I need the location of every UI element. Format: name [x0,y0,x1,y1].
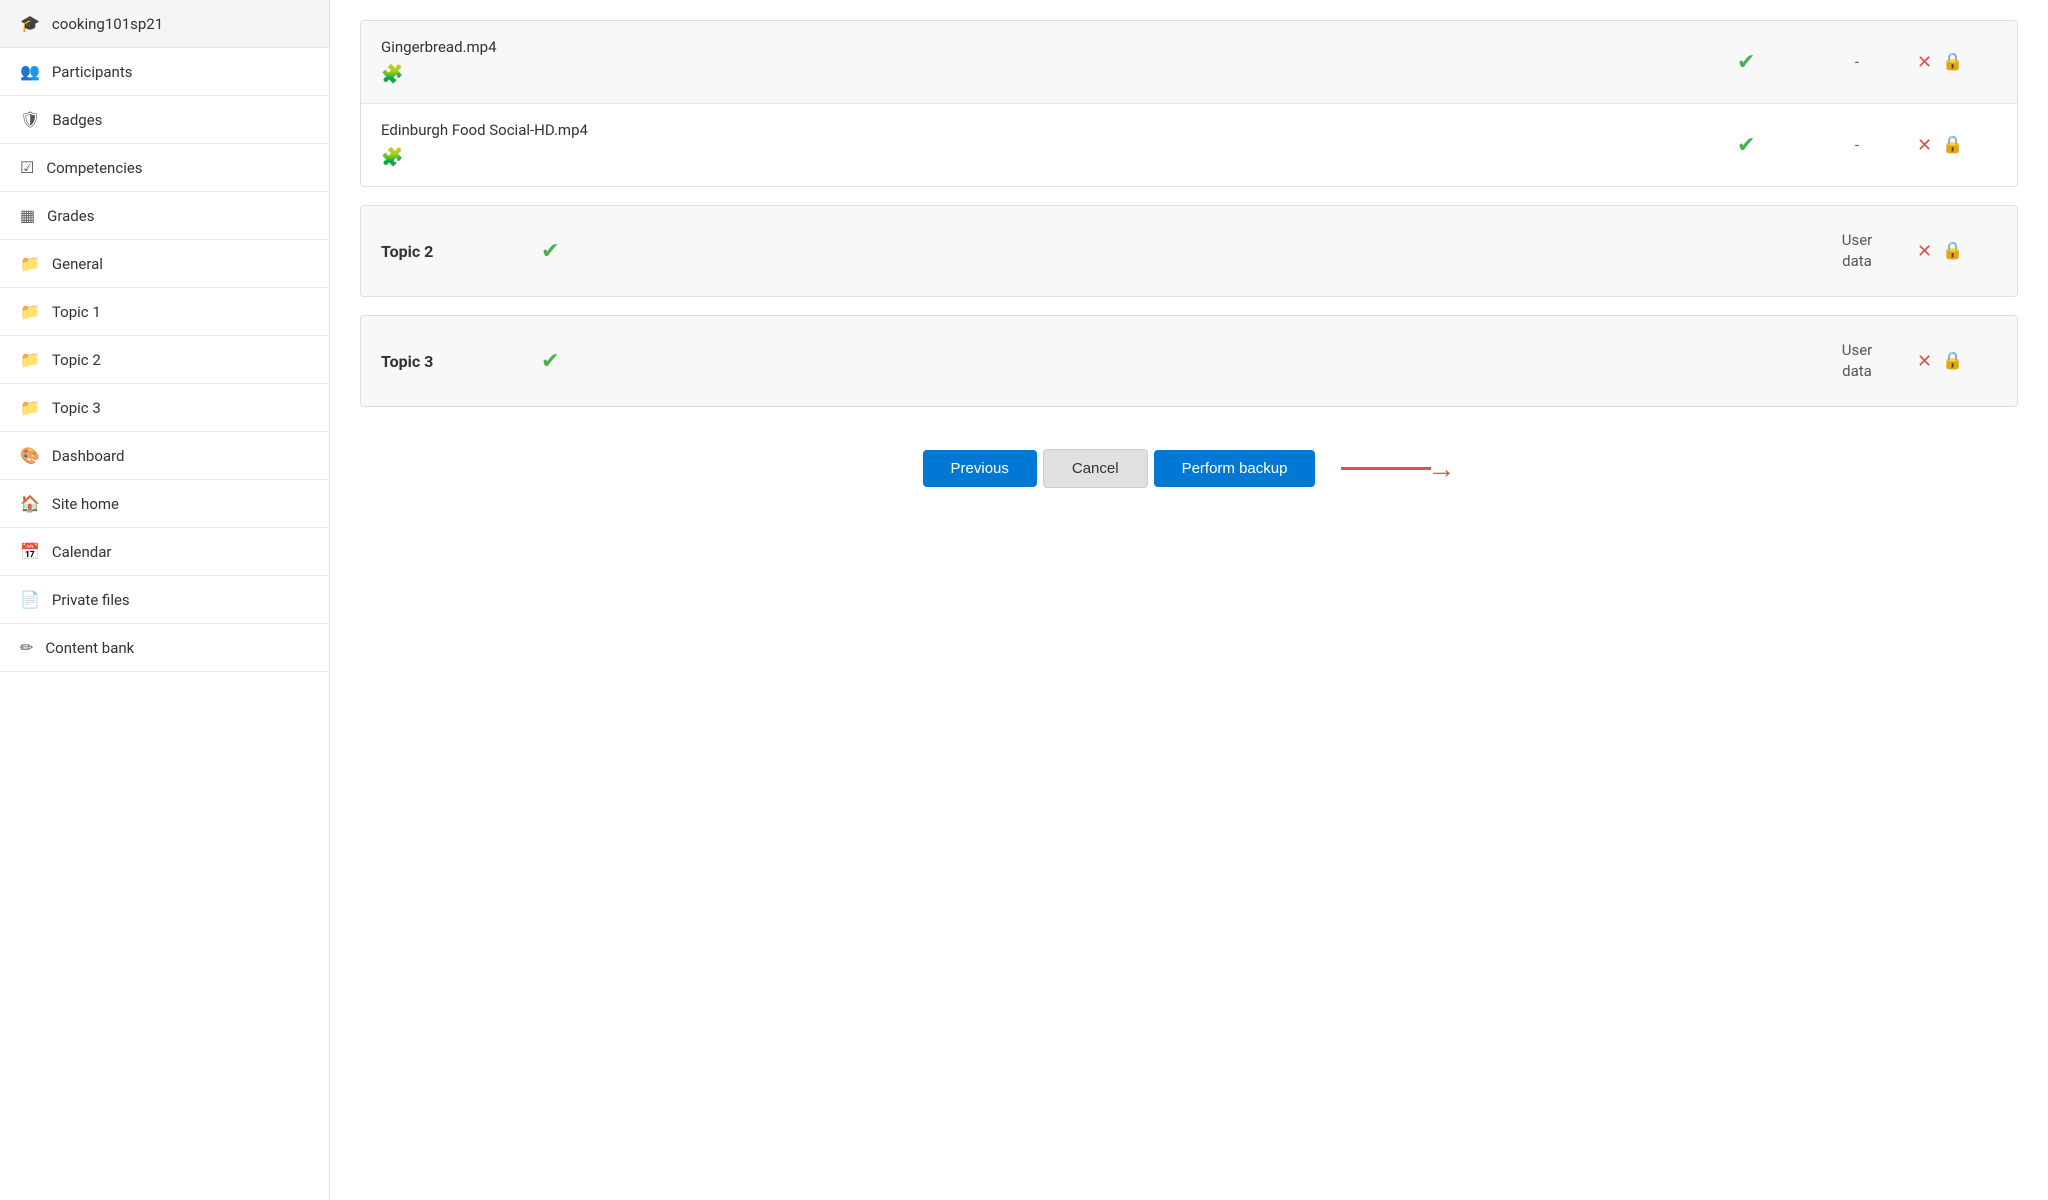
topic3-actions: ✕ 🔒 [1917,351,1997,372]
sidebar-item-course[interactable]: 🎓 cooking101sp21 [0,0,329,48]
topic3-icon: 📁 [20,398,40,417]
edinburgh-lock-icon[interactable]: 🔒 [1942,135,1963,155]
sidebar-item-topic3[interactable]: 📁 Topic 3 [0,384,329,432]
sidebar-item-grades[interactable]: ▦ Grades [0,192,329,240]
sidebar-label-contentbank: Content bank [45,639,134,657]
topic2-section: Topic 2 ✔ Userdata ✕ 🔒 [360,205,2018,297]
edinburgh-row: Edinburgh Food Social-HD.mp4 🧩 ✔ - ✕ 🔒 [361,104,2017,186]
sidebar-label-topic2: Topic 2 [52,351,101,369]
sidebar-item-badges[interactable]: 🛡 Badges [0,96,329,144]
sidebar-label-topic3: Topic 3 [52,399,101,417]
topic2-actions: ✕ 🔒 [1917,241,1997,262]
sidebar-item-privatefiles[interactable]: 📄 Private files [0,576,329,624]
sidebar-label-participants: Participants [52,63,133,81]
topic3-lock-icon[interactable]: 🔒 [1942,351,1963,371]
gingerbread-check: ✔ [1737,50,1797,75]
gingerbread-delete-icon[interactable]: ✕ [1917,52,1932,73]
main-content: Gingerbread.mp4 🧩 ✔ - ✕ 🔒 Edinburgh Food… [330,0,2048,1200]
media-files-section: Gingerbread.mp4 🧩 ✔ - ✕ 🔒 Edinburgh Food… [360,20,2018,187]
grades-icon: ▦ [20,206,35,225]
sidebar-label-privatefiles: Private files [52,591,130,609]
arrow-hint: → [1341,452,1455,485]
badges-icon: 🛡 [20,110,40,129]
topic2-icon: 📁 [20,350,40,369]
sidebar-item-topic2[interactable]: 📁 Topic 2 [0,336,329,384]
topic3-delete-icon[interactable]: ✕ [1917,351,1932,372]
edinburgh-name: Edinburgh Food Social-HD.mp4 🧩 [381,120,1737,170]
sidebar-label-calendar: Calendar [52,543,112,561]
edinburgh-actions: ✕ 🔒 [1917,135,1997,156]
sidebar-item-topic1[interactable]: 📁 Topic 1 [0,288,329,336]
sidebar-item-dashboard[interactable]: 🎨 Dashboard [0,432,329,480]
edinburgh-delete-icon[interactable]: ✕ [1917,135,1932,156]
dashboard-icon: 🎨 [20,446,40,465]
topic2-lock-icon[interactable]: 🔒 [1942,241,1963,261]
arrow-line [1341,467,1431,470]
sidebar-item-general[interactable]: 📁 General [0,240,329,288]
gingerbread-row: Gingerbread.mp4 🧩 ✔ - ✕ 🔒 [361,21,2017,104]
sidebar: 🎓 cooking101sp21 👥 Participants 🛡 Badges… [0,0,330,1200]
bottom-bar: Previous Cancel Perform backup → [360,425,2018,504]
sidebar-item-calendar[interactable]: 📅 Calendar [0,528,329,576]
gingerbread-actions: ✕ 🔒 [1917,52,1997,73]
competencies-icon: ☑ [20,158,34,177]
cancel-button[interactable]: Cancel [1043,449,1148,488]
gingerbread-name: Gingerbread.mp4 🧩 [381,37,1737,87]
topic3-label: Topic 3 [381,352,541,371]
contentbank-icon: ✏ [20,638,33,657]
topic3-status: Userdata [1797,340,1917,382]
topic3-section: Topic 3 ✔ Userdata ✕ 🔒 [360,315,2018,407]
sidebar-label-dashboard: Dashboard [52,447,125,465]
topic3-check: ✔ [541,349,601,374]
puzzle-icon-edinburgh: 🧩 [381,145,403,170]
previous-button[interactable]: Previous [923,450,1037,487]
edinburgh-check: ✔ [1737,133,1797,158]
sidebar-label-badges: Badges [52,111,102,129]
topic2-row: Topic 2 ✔ Userdata ✕ 🔒 [361,206,2017,296]
course-icon: 🎓 [20,14,40,33]
sidebar-label-topic1: Topic 1 [52,303,101,321]
sidebar-label-competencies: Competencies [46,159,142,177]
perform-backup-button[interactable]: Perform backup [1154,450,1316,487]
gingerbread-lock-icon[interactable]: 🔒 [1942,52,1963,72]
arrow-icon: → [1427,452,1455,485]
calendar-icon: 📅 [20,542,40,561]
sidebar-item-competencies[interactable]: ☑ Competencies [0,144,329,192]
sidebar-item-contentbank[interactable]: ✏ Content bank [0,624,329,672]
sidebar-label-general: General [52,255,103,273]
topic2-check: ✔ [541,239,601,264]
sidebar-label-course: cooking101sp21 [52,15,163,33]
participants-icon: 👥 [20,62,40,81]
sidebar-label-grades: Grades [47,207,94,225]
edinburgh-status: - [1797,136,1917,154]
general-icon: 📁 [20,254,40,273]
topic3-row: Topic 3 ✔ Userdata ✕ 🔒 [361,316,2017,406]
sidebar-item-participants[interactable]: 👥 Participants [0,48,329,96]
sidebar-item-sitehome[interactable]: 🏠 Site home [0,480,329,528]
topic2-delete-icon[interactable]: ✕ [1917,241,1932,262]
topic1-icon: 📁 [20,302,40,321]
puzzle-icon-gingerbread: 🧩 [381,62,403,87]
gingerbread-status: - [1797,53,1917,71]
sidebar-label-sitehome: Site home [52,495,119,513]
topic2-status: Userdata [1797,230,1917,272]
sitehome-icon: 🏠 [20,494,40,513]
privatefiles-icon: 📄 [20,590,40,609]
topic2-label: Topic 2 [381,242,541,261]
